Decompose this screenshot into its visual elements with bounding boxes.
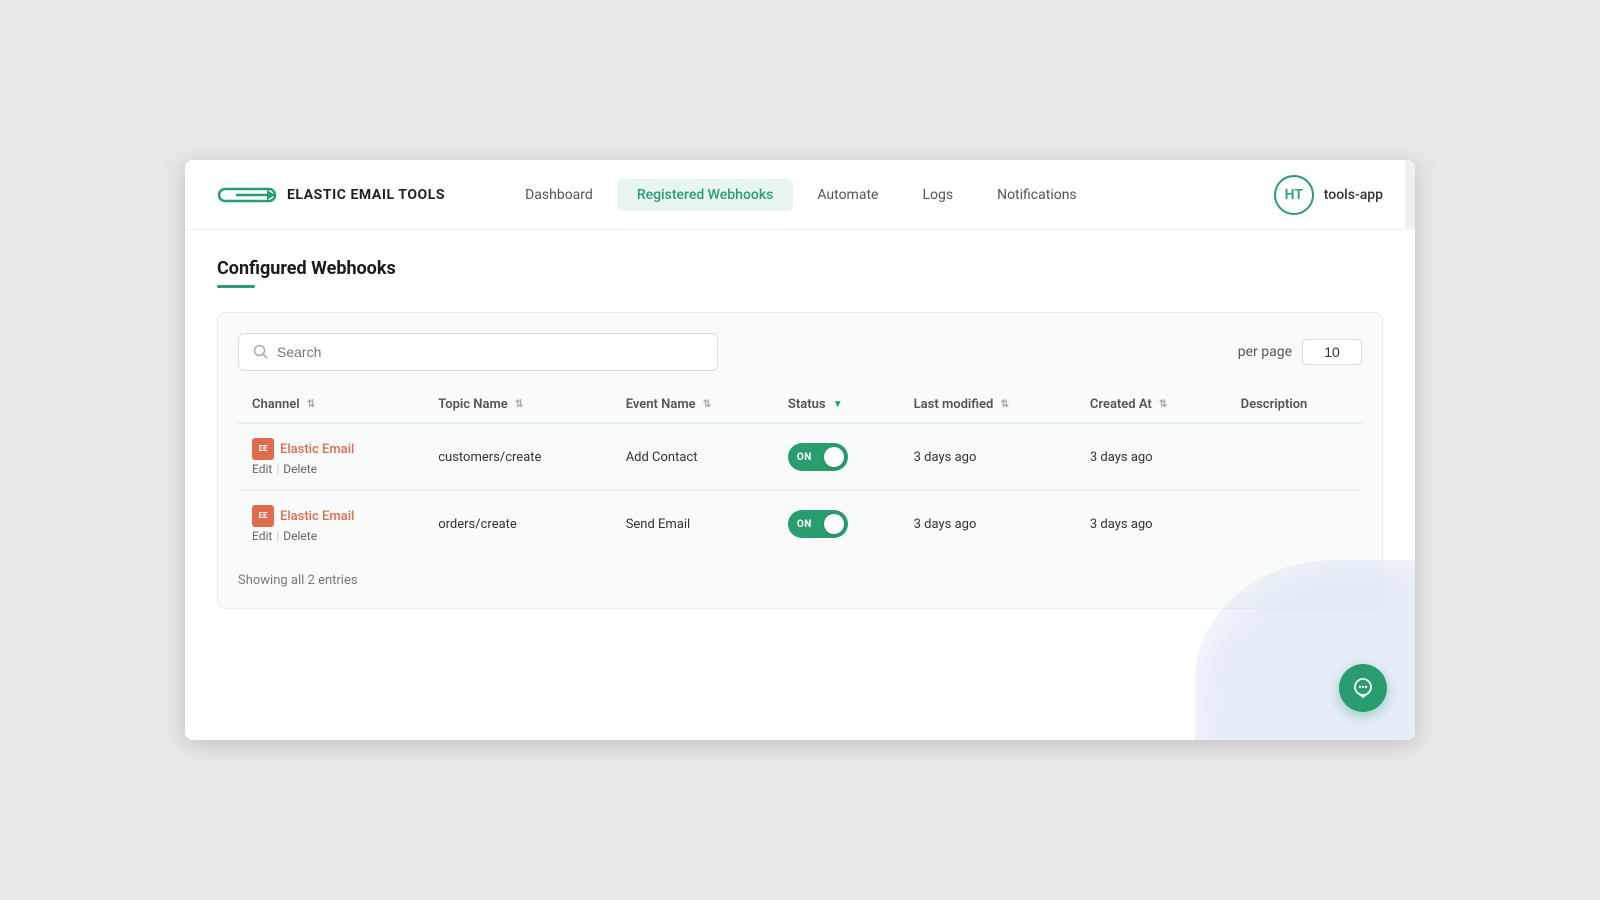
brand-logo bbox=[217, 179, 277, 211]
cell-created-1: 3 days ago bbox=[1076, 491, 1227, 558]
sort-topic-icon[interactable]: ⇅ bbox=[515, 399, 523, 410]
cell-topic-0: customers/create bbox=[424, 423, 611, 491]
channel-name-0[interactable]: EE Elastic Email bbox=[252, 438, 410, 460]
col-description: Description bbox=[1227, 387, 1362, 423]
channel-actions-0: Edit | Delete bbox=[252, 462, 410, 476]
sort-created-icon[interactable]: ⇅ bbox=[1159, 399, 1167, 410]
channel-icon-0: EE bbox=[252, 438, 274, 460]
nav-link-notifications[interactable]: Notifications bbox=[977, 179, 1097, 211]
cell-status-1: ON bbox=[774, 491, 900, 558]
cell-status-0: ON bbox=[774, 423, 900, 491]
navbar: ELASTIC EMAIL TOOLS Dashboard Registered… bbox=[185, 160, 1415, 230]
per-page-area: per page bbox=[1238, 339, 1362, 365]
col-channel: Channel ⇅ bbox=[238, 387, 424, 423]
nav-link-automate[interactable]: Automate bbox=[797, 179, 898, 211]
channel-actions-1: Edit | Delete bbox=[252, 529, 410, 543]
table-row: EE Elastic Email Edit | Delete customers… bbox=[238, 423, 1362, 491]
chat-button[interactable] bbox=[1339, 664, 1387, 712]
per-page-label: per page bbox=[1238, 344, 1292, 360]
cell-event-0: Add Contact bbox=[612, 423, 774, 491]
page-title: Configured Webhooks bbox=[217, 258, 1383, 279]
table-container: per page Channel ⇅ Topic Name ⇅ bbox=[217, 312, 1383, 609]
channel-name-1[interactable]: EE Elastic Email bbox=[252, 505, 410, 527]
nav-links: Dashboard Registered Webhooks Automate L… bbox=[505, 179, 1274, 211]
nav-link-registered-webhooks[interactable]: Registered Webhooks bbox=[617, 179, 794, 211]
sort-event-icon[interactable]: ⇅ bbox=[703, 399, 711, 410]
title-underline bbox=[217, 285, 255, 288]
cell-lastmod-0: 3 days ago bbox=[900, 423, 1076, 491]
user-area: HT tools-app bbox=[1274, 175, 1383, 215]
delete-link-0[interactable]: Delete bbox=[283, 462, 317, 476]
per-page-input[interactable] bbox=[1302, 339, 1362, 365]
brand: ELASTIC EMAIL TOOLS bbox=[217, 179, 445, 211]
col-event-name: Event Name ⇅ bbox=[612, 387, 774, 423]
nav-link-dashboard[interactable]: Dashboard bbox=[505, 179, 613, 211]
cell-desc-1 bbox=[1227, 491, 1362, 558]
toggle-0[interactable]: ON bbox=[788, 443, 848, 471]
nav-link-logs[interactable]: Logs bbox=[902, 179, 973, 211]
cell-created-0: 3 days ago bbox=[1076, 423, 1227, 491]
search-icon bbox=[253, 344, 269, 360]
delete-link-1[interactable]: Delete bbox=[283, 529, 317, 543]
cell-channel-0: EE Elastic Email Edit | Delete bbox=[238, 423, 424, 491]
edit-link-0[interactable]: Edit bbox=[252, 462, 272, 476]
brand-name: ELASTIC EMAIL TOOLS bbox=[287, 187, 445, 203]
search-input[interactable] bbox=[277, 344, 703, 360]
avatar[interactable]: HT bbox=[1274, 175, 1314, 215]
toggle-knob-0 bbox=[824, 447, 844, 467]
sort-lastmod-icon[interactable]: ⇅ bbox=[1001, 399, 1009, 410]
sort-status-icon[interactable]: ▼ bbox=[833, 399, 843, 410]
col-last-modified: Last modified ⇅ bbox=[900, 387, 1076, 423]
col-topic-name: Topic Name ⇅ bbox=[424, 387, 611, 423]
channel-icon-1: EE bbox=[252, 505, 274, 527]
cell-desc-0 bbox=[1227, 423, 1362, 491]
showing-label: Showing all 2 entries bbox=[238, 573, 1362, 588]
table-row: EE Elastic Email Edit | Delete orders/cr… bbox=[238, 491, 1362, 558]
cell-channel-1: EE Elastic Email Edit | Delete bbox=[238, 491, 424, 558]
cell-event-1: Send Email bbox=[612, 491, 774, 558]
sort-channel-icon[interactable]: ⇅ bbox=[307, 399, 315, 410]
edit-link-1[interactable]: Edit bbox=[252, 529, 272, 543]
search-box bbox=[238, 333, 718, 371]
data-table: Channel ⇅ Topic Name ⇅ Event Name ⇅ St bbox=[238, 387, 1362, 557]
table-toolbar: per page bbox=[238, 333, 1362, 371]
col-status: Status ▼ bbox=[774, 387, 900, 423]
col-created-at: Created At ⇅ bbox=[1076, 387, 1227, 423]
app-name: tools-app bbox=[1324, 187, 1383, 203]
table-header-row: Channel ⇅ Topic Name ⇅ Event Name ⇅ St bbox=[238, 387, 1362, 423]
toggle-knob-1 bbox=[824, 514, 844, 534]
chat-icon bbox=[1352, 677, 1374, 699]
cell-topic-1: orders/create bbox=[424, 491, 611, 558]
browser-window: ELASTIC EMAIL TOOLS Dashboard Registered… bbox=[185, 160, 1415, 740]
main-content: Configured Webhooks per page bbox=[185, 230, 1415, 740]
toggle-1[interactable]: ON bbox=[788, 510, 848, 538]
cell-lastmod-1: 3 days ago bbox=[900, 491, 1076, 558]
